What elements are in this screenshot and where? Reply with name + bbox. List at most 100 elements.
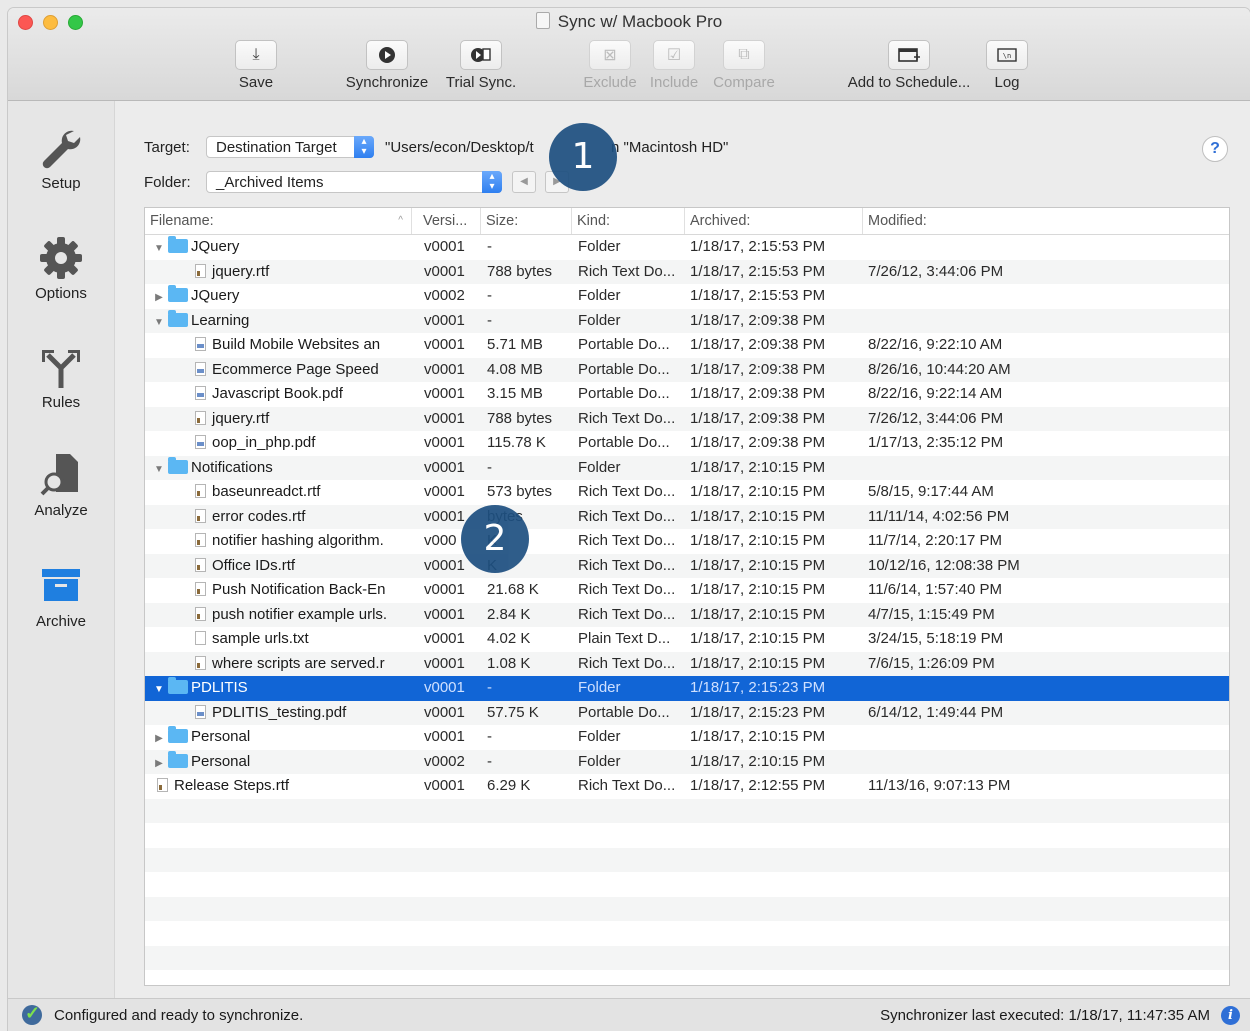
disclosure-expanded-icon[interactable]: ▼ [153, 458, 165, 481]
back-button[interactable]: ◀ [512, 171, 536, 193]
exclude-icon: ⊠ [589, 40, 631, 70]
save-icon: ⤓ [235, 40, 277, 70]
size-cell: 4.08 MB [487, 360, 543, 378]
help-button[interactable]: ? [1202, 136, 1228, 162]
table-row[interactable]: Office IDs.rtfv0001KRich Text Do...1/18/… [145, 553, 1229, 579]
target-popup[interactable]: Destination Target ▴ ▾ [206, 136, 374, 158]
filename-cell: sample urls.txt [145, 627, 461, 652]
disclosure-expanded-icon[interactable]: ▼ [153, 678, 165, 701]
kind-cell: Rich Text Do... [578, 483, 676, 500]
empty-row [145, 921, 1229, 946]
table-row[interactable]: ▼ JQuery v0001 - Folder 1/18/17, 2:15:53 PM [145, 235, 1229, 260]
last-executed-text: Synchronizer last executed: 1/18/17, 11:… [880, 1007, 1210, 1024]
version-cell: v0001 [424, 507, 465, 525]
empty-row [145, 847, 1229, 872]
archived-cell: 1/18/17, 2:10:15 PM [690, 556, 826, 574]
table-row[interactable]: Push Notification Back-En v0001 21.68 K Ric… [145, 578, 1229, 603]
table-row[interactable]: Ecommerce Page Speed v0001 4.08 MB Portable… [145, 357, 1229, 382]
sidebar-item-options[interactable]: Options [8, 235, 114, 302]
disclosure-expanded-icon[interactable]: ▼ [153, 311, 165, 334]
filename-cell: Office IDs.rtf [145, 554, 461, 579]
table-row[interactable]: jquery.rtf v0001 788 bytes Rich Text Do... 1… [145, 259, 1229, 284]
filename-text: jquery.rtf [212, 262, 270, 280]
trial-sync-button[interactable]: Trial Sync. [441, 40, 521, 91]
table-row[interactable]: error codes.rtfv0001bytesRich Text Do...… [145, 504, 1229, 529]
include-button[interactable]: ☑ Include [646, 40, 702, 91]
column-header-archived[interactable]: Archived: [685, 208, 863, 234]
kind-cell: Rich Text Do... [578, 409, 676, 427]
table-row[interactable]: Build Mobile Websites an v0001 5.71 MB Port… [145, 333, 1229, 358]
filename-text: error codes.rtf [212, 507, 306, 525]
sidebar-item-archive[interactable]: Archive [8, 563, 114, 630]
version-cell: v0001 [424, 434, 465, 451]
table-row[interactable]: ▶ JQuery v0002 - Folder 1/18/17, 2:15:53 PM [145, 284, 1229, 309]
column-header-kind[interactable]: Kind: [572, 208, 685, 234]
disclosure-collapsed-icon[interactable]: ▶ [153, 752, 165, 775]
column-header-filename[interactable]: Filename: ^ [145, 208, 412, 234]
table-row[interactable]: Javascript Book.pdf v0001 3.15 MB Portable … [145, 382, 1229, 407]
filename-text: JQuery [191, 287, 240, 304]
version-cell: v0001 [424, 336, 465, 353]
filename-cell: Javascript Book.pdf [145, 382, 461, 407]
disclosure-collapsed-icon[interactable]: ▶ [153, 286, 165, 309]
rtf-file-icon [195, 508, 206, 523]
target-volume: n "Macintosh HD" [611, 139, 729, 156]
modified-cell: 8/22/16, 9:22:14 AM [868, 385, 1003, 402]
archived-cell: 1/18/17, 2:10:15 PM [690, 752, 826, 770]
column-header-size[interactable]: Size: [481, 208, 572, 234]
table-row[interactable]: sample urls.txt v0001 4.02 K Plain Text D..… [145, 627, 1229, 652]
table-row[interactable]: notifier hashing algorithm.v000KRich Tex… [145, 529, 1229, 554]
empty-row [145, 970, 1229, 985]
kind-cell: Rich Text Do... [578, 532, 676, 549]
save-button[interactable]: ⤓ Save [234, 40, 278, 91]
log-button[interactable]: \n Log [986, 40, 1028, 91]
column-header-version[interactable]: Versi... [418, 208, 481, 234]
compare-button[interactable]: ⧉ Compare [711, 40, 777, 91]
sidebar-item-rules[interactable]: Rules [8, 344, 114, 411]
table-row[interactable]: where scripts are served.r v0001 1.08 K Ric… [145, 651, 1229, 676]
table-row[interactable]: ▶ Personal v0002 - Folder 1/18/17, 2:10:15 PM [145, 749, 1229, 775]
filename-cell: notifier hashing algorithm. [145, 529, 461, 554]
synchronize-button[interactable]: Synchronize [341, 40, 433, 91]
rtf-file-icon [195, 484, 206, 498]
table-row[interactable]: PDLITIS_testing.pdf v0001 57.75 K Portable … [145, 700, 1229, 725]
modified-cell: 4/7/15, 1:15:49 PM [868, 605, 995, 623]
table-row[interactable]: oop_in_php.pdf v0001 115.78 K Portable Do..… [145, 431, 1229, 456]
status-bar: Configured and ready to synchronize. Syn… [8, 998, 1250, 1031]
disclosure-collapsed-icon[interactable]: ▶ [153, 727, 165, 750]
rtf-file-icon [195, 410, 206, 425]
target-path: "Users/econ/Desktop/t [385, 139, 534, 156]
filename-cell: ▶ JQuery [145, 284, 423, 309]
table-row[interactable]: ▶ Personal v0001 - Folder 1/18/17, 2:10:15 PM [145, 725, 1229, 750]
size-cell: - [487, 287, 492, 304]
sidebar-item-analyze[interactable]: Analyze [8, 452, 114, 519]
version-cell: v0001 [424, 581, 465, 598]
table-row[interactable]: ▼ PDLITIS v0001 - Folder 1/18/17, 2:15:23 PM [145, 676, 1229, 701]
filename-text: PDLITIS [191, 679, 248, 696]
exclude-button[interactable]: ⊠ Exclude [581, 40, 639, 91]
disclosure-expanded-icon[interactable]: ▼ [153, 237, 165, 260]
sidebar-item-setup[interactable]: Setup [8, 125, 114, 192]
table-row[interactable]: ▼ Notifications v0001 - Folder 1/18/17, 2:10:… [145, 455, 1229, 481]
folder-icon [168, 285, 188, 302]
table-row[interactable]: Release Steps.rtf v0001 6.29 K Rich Text Do… [145, 774, 1229, 799]
table-row[interactable]: baseunreadct.rtf v0001 573 bytes Rich Text … [145, 480, 1229, 505]
info-icon[interactable]: i [1221, 1006, 1240, 1025]
filename-cell: ▶ Personal [145, 725, 423, 750]
filename-text: push notifier example urls. [212, 605, 388, 623]
archived-cell: 1/18/17, 2:12:55 PM [690, 777, 826, 794]
table-row[interactable]: ▼ Learning v0001 - Folder 1/18/17, 2:09:38 PM [145, 308, 1229, 334]
column-header-modified[interactable]: Modified: [863, 208, 1229, 234]
window-title: Sync w/ Macbook Pro [8, 12, 1250, 32]
filename-text: Build Mobile Websites an [212, 336, 381, 353]
table-row[interactable]: push notifier example urls. v0001 2.84 K Ri… [145, 602, 1229, 627]
table-row[interactable]: jquery.rtf v0001 788 bytes Rich Text Do... 1… [145, 406, 1229, 431]
log-icon: \n [986, 40, 1028, 70]
ready-check-icon [22, 1003, 42, 1025]
callout-badge-2: 2 [461, 505, 529, 573]
filename-cell: Push Notification Back-En [145, 578, 461, 603]
add-to-schedule-button[interactable]: Add to Schedule... [841, 40, 977, 91]
version-cell: v0001 [424, 605, 465, 623]
folder-popup[interactable]: _Archived Items ▴ ▾ [206, 171, 502, 193]
archived-cell: 1/18/17, 2:09:38 PM [690, 434, 826, 451]
